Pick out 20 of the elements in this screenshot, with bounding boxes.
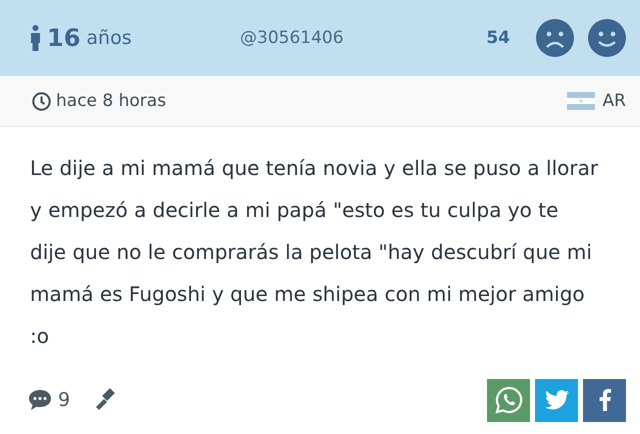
post-time: hace 8 horas	[56, 91, 166, 111]
person-icon	[30, 25, 41, 51]
facebook-icon	[598, 389, 610, 411]
whatsapp-icon	[494, 385, 524, 415]
flag-icon	[566, 92, 595, 110]
post-text: Le dije a mi mamá que tenía novia y ella se puso a llorar y empezó a decirle a mi papá "esto es tu culpa yo te dije que no le comprarás la pelota "hay descubrí que mi mamá es Fugoshi y que me shipea con mi mejor amigo :o	[29, 155, 600, 350]
sad-face-icon[interactable]	[536, 19, 574, 57]
happy-face-icon[interactable]	[588, 19, 626, 57]
speech-bubble-icon[interactable]	[28, 389, 52, 411]
share-button[interactable]	[487, 378, 530, 422]
comment-count: 9	[58, 389, 70, 411]
bird-icon	[544, 390, 568, 410]
share-button[interactable]	[583, 378, 626, 422]
share-button[interactable]	[535, 378, 578, 422]
vote-count: 54	[486, 28, 510, 48]
age-unit: años	[86, 27, 132, 49]
country-code: AR	[602, 91, 626, 111]
age-number: 16	[47, 24, 80, 52]
clock-icon	[32, 92, 51, 110]
username[interactable]: @30561406	[240, 28, 486, 48]
